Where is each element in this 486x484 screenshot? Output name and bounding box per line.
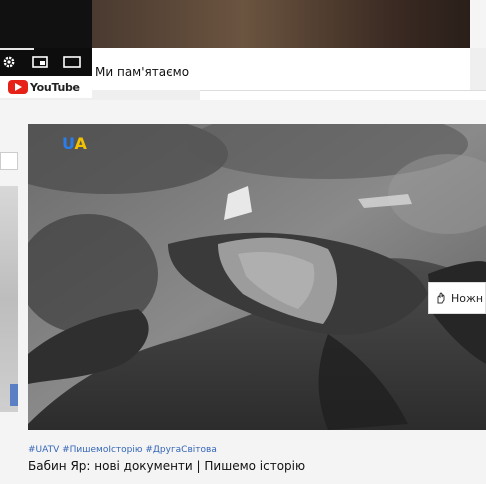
side-card-label: Ножн bbox=[451, 291, 484, 305]
main-video-player[interactable]: UA bbox=[28, 124, 486, 430]
youtube-play-icon bbox=[8, 80, 28, 94]
top-video-thumbnail[interactable] bbox=[92, 0, 470, 48]
youtube-wordmark: YouTube bbox=[30, 80, 80, 94]
progress-bar[interactable] bbox=[0, 48, 34, 50]
top-video-frame[interactable] bbox=[0, 0, 92, 48]
left-blue-marker bbox=[10, 384, 18, 406]
theater-mode-icon[interactable] bbox=[63, 53, 81, 71]
miniplayer-icon[interactable] bbox=[31, 53, 49, 71]
side-suggestion-card[interactable]: Ножн bbox=[428, 282, 486, 314]
uatv-channel-logo: UA bbox=[62, 134, 87, 153]
top-right-blank bbox=[470, 0, 486, 48]
search-bar-edge bbox=[200, 90, 486, 100]
hand-icon bbox=[437, 292, 445, 304]
gear-icon[interactable] bbox=[0, 53, 18, 71]
video-hashtags[interactable]: #UATV #ПишемоІсторію #ДругаСвітова bbox=[28, 445, 217, 455]
youtube-logo[interactable]: YouTube bbox=[8, 80, 80, 94]
video-caption-row: Ми пам'ятаємо bbox=[92, 48, 470, 90]
screen: Ми пам'ятаємо YouTube UA Ножн #UATV #Пиш… bbox=[0, 0, 486, 484]
youtube-logo-bar: YouTube bbox=[0, 76, 92, 98]
video-caption[interactable]: Ми пам'ятаємо bbox=[95, 65, 189, 79]
video-title[interactable]: Бабин Яр: нові документи | Пишемо історі… bbox=[28, 459, 305, 473]
left-input-box[interactable] bbox=[0, 152, 18, 170]
player-controls bbox=[0, 48, 92, 76]
left-thumbnail-strip[interactable] bbox=[0, 186, 18, 412]
